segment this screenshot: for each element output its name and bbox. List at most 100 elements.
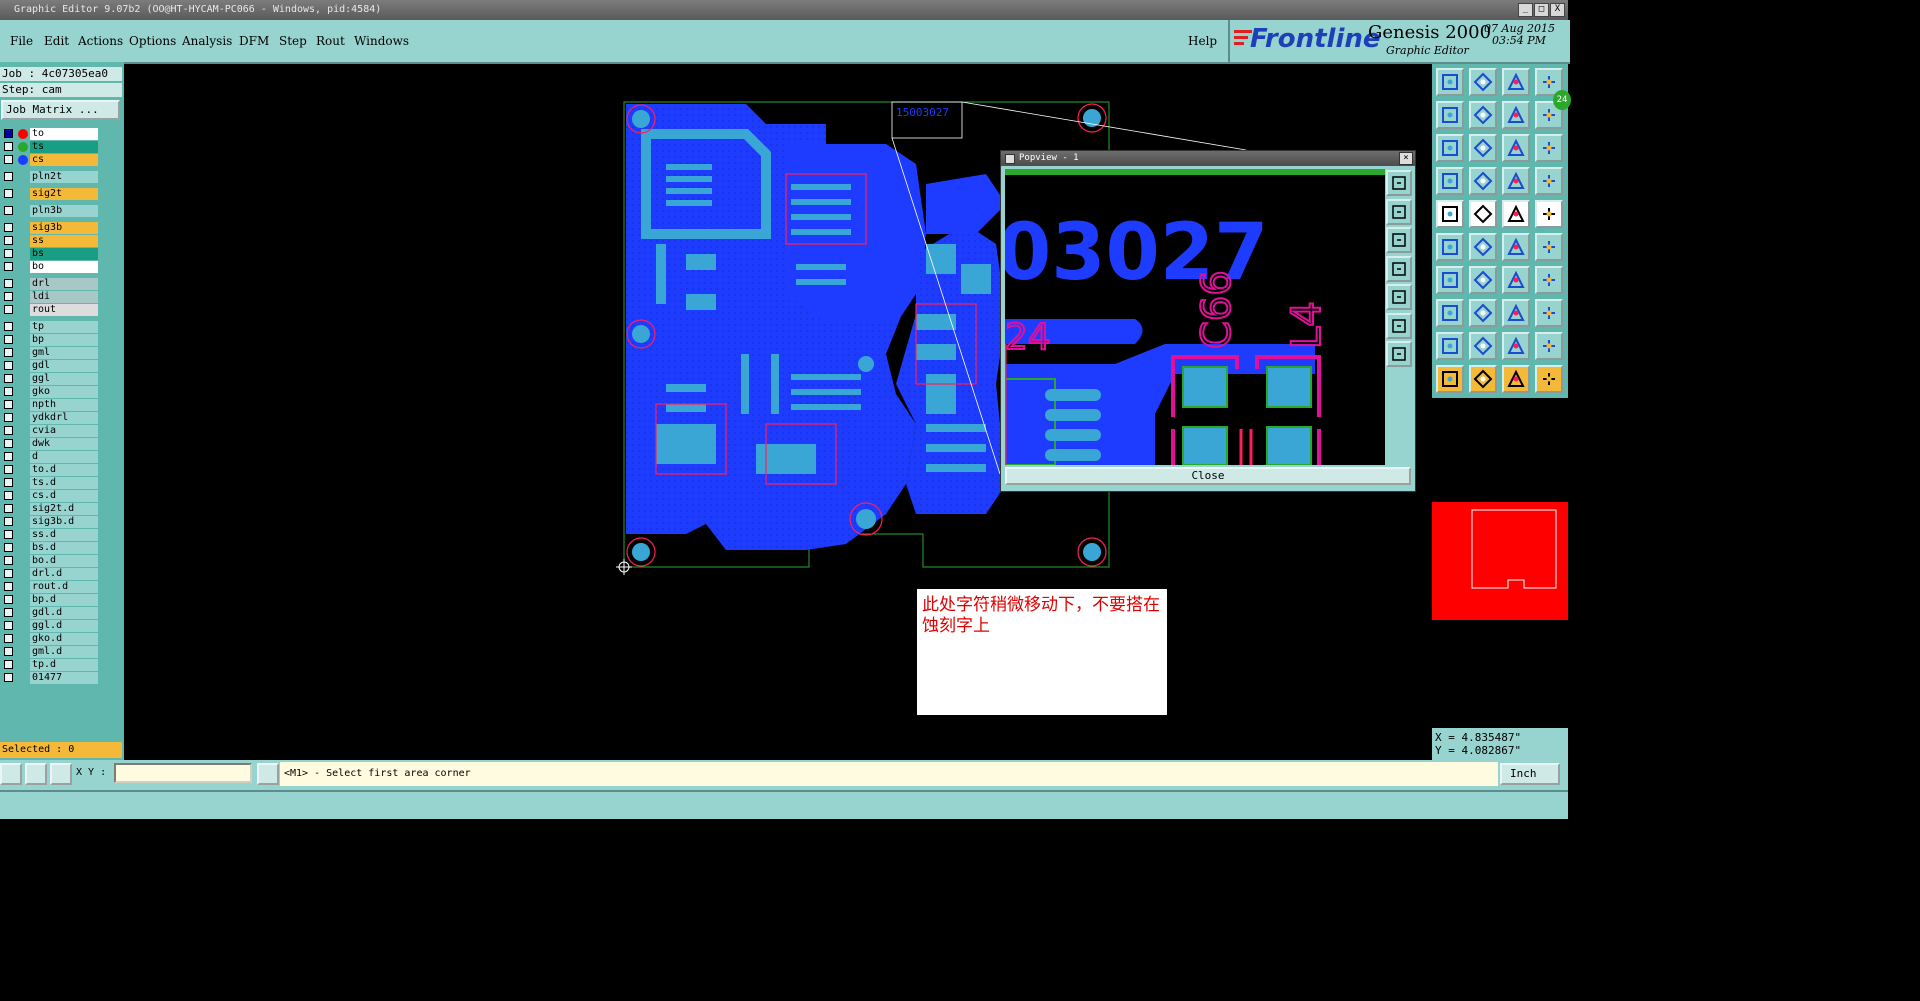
layer-name[interactable]: bo (30, 261, 98, 273)
pv-pan-up-button[interactable] (1386, 198, 1412, 225)
layer-row[interactable]: bo (1, 261, 100, 273)
tool-route-button[interactable] (1502, 233, 1530, 261)
layer-name[interactable]: to.d (30, 464, 98, 476)
layer-name[interactable]: sig3b.d (30, 516, 98, 528)
layer-visibility-checkbox[interactable] (4, 305, 13, 314)
layer-name[interactable]: cs (30, 154, 98, 166)
layer-name[interactable]: gml (30, 347, 98, 359)
layer-name[interactable]: gko.d (30, 633, 98, 645)
layer-row[interactable]: sig3b (1, 222, 100, 234)
layer-row[interactable]: cvia (1, 425, 100, 437)
layer-visibility-checkbox[interactable] (4, 400, 13, 409)
menu-analysis[interactable]: Analysis (182, 34, 232, 48)
overview-panel[interactable] (1432, 400, 1568, 728)
tool-zoom-out-button[interactable] (1535, 134, 1563, 162)
layer-row[interactable]: drl (1, 278, 100, 290)
layer-visibility-checkbox[interactable] (4, 426, 13, 435)
layer-name[interactable]: gko (30, 386, 98, 398)
tool-pad-button[interactable] (1535, 200, 1563, 228)
menu-dfm[interactable]: DFM (239, 34, 269, 48)
layer-name[interactable]: gdl.d (30, 607, 98, 619)
layer-visibility-checkbox[interactable] (4, 452, 13, 461)
layer-row[interactable]: bo.d (1, 555, 100, 567)
layer-row[interactable]: d (1, 451, 100, 463)
layer-visibility-checkbox[interactable] (4, 236, 13, 245)
menu-edit[interactable]: Edit (44, 34, 69, 48)
layer-row[interactable]: drl.d (1, 568, 100, 580)
layer-row[interactable]: to (1, 128, 100, 140)
layer-visibility-checkbox[interactable] (4, 504, 13, 513)
layer-visibility-checkbox[interactable] (4, 582, 13, 591)
layer-name[interactable]: ldi (30, 291, 98, 303)
tool-polygon-alt-button[interactable] (1535, 332, 1563, 360)
job-matrix-button[interactable]: Job Matrix ... (1, 100, 120, 120)
tool-scale-button[interactable] (1502, 134, 1530, 162)
tool-zoom-home-button[interactable] (1502, 101, 1530, 129)
menu-help[interactable]: Help (1188, 34, 1217, 48)
layer-row[interactable]: gko (1, 386, 100, 398)
layer-name[interactable]: cs.d (30, 490, 98, 502)
pv-fit-button[interactable] (1386, 312, 1412, 339)
layer-row[interactable]: sig2t (1, 188, 100, 200)
menu-rout[interactable]: Rout (316, 34, 345, 48)
layer-name[interactable]: cvia (30, 425, 98, 437)
layer-name[interactable]: bp (30, 334, 98, 346)
measure-icon[interactable] (25, 763, 47, 785)
layer-row[interactable]: cs.d (1, 490, 100, 502)
layer-name[interactable]: sig2t (30, 188, 98, 200)
layer-visibility-checkbox[interactable] (4, 465, 13, 474)
layer-row[interactable]: gml (1, 347, 100, 359)
layer-visibility-checkbox[interactable] (4, 556, 13, 565)
layer-row[interactable]: ss (1, 235, 100, 247)
layer-visibility-checkbox[interactable] (4, 634, 13, 643)
layer-name[interactable]: rout.d (30, 581, 98, 593)
tool-select-area-button[interactable] (1535, 365, 1563, 393)
tool-pan-right-button[interactable] (1469, 101, 1497, 129)
layer-color-dot-icon[interactable] (18, 155, 28, 165)
popview-window[interactable]: Popview - 1 × 03027 C66 L4 24 Close (1000, 150, 1416, 492)
layer-visibility-checkbox[interactable] (4, 491, 13, 500)
layer-name[interactable]: ydkdrl (30, 412, 98, 424)
layer-name[interactable]: drl (30, 278, 98, 290)
layer-name[interactable]: sig2t.d (30, 503, 98, 515)
layer-row[interactable]: rout (1, 304, 100, 316)
tool-line-button[interactable] (1436, 266, 1464, 294)
tool-zoom-fit-button[interactable] (1469, 134, 1497, 162)
layer-row[interactable]: ss.d (1, 529, 100, 541)
layer-visibility-checkbox[interactable] (4, 172, 13, 181)
popview-close-icon[interactable]: × (1399, 152, 1413, 165)
layer-row[interactable]: gko.d (1, 633, 100, 645)
layer-row[interactable]: sig3b.d (1, 516, 100, 528)
info-icon[interactable] (257, 763, 279, 785)
layer-visibility-checkbox[interactable] (4, 543, 13, 552)
menu-file[interactable]: File (10, 34, 33, 48)
menu-step[interactable]: Step (279, 34, 307, 48)
tool-graph-alt-button[interactable] (1535, 167, 1563, 195)
units-select[interactable]: Inch (1500, 763, 1560, 785)
layer-name[interactable]: ss (30, 235, 98, 247)
overview-map[interactable] (1432, 502, 1568, 620)
tool-graph-button[interactable] (1502, 167, 1530, 195)
layer-row[interactable]: sig2t.d (1, 503, 100, 515)
layer-row[interactable]: ldi (1, 291, 100, 303)
layer-name[interactable]: ss.d (30, 529, 98, 541)
layer-row[interactable]: ts.d (1, 477, 100, 489)
pv-center-button[interactable] (1386, 341, 1412, 367)
tool-route-alt-button[interactable] (1535, 233, 1563, 261)
layer-name[interactable]: npth (30, 399, 98, 411)
menu-windows[interactable]: Windows (354, 34, 409, 48)
tool-polygon-button[interactable] (1502, 332, 1530, 360)
layer-row[interactable]: to.d (1, 464, 100, 476)
layer-row[interactable]: 01477 (1, 672, 100, 684)
layer-row[interactable]: bs.d (1, 542, 100, 554)
layer-name[interactable]: tp.d (30, 659, 98, 671)
layer-color-dot-icon[interactable] (18, 129, 28, 139)
tool-move-button[interactable] (1436, 299, 1464, 327)
layer-visibility-checkbox[interactable] (4, 517, 13, 526)
popview-close-button[interactable]: Close (1005, 467, 1411, 485)
layer-visibility-checkbox[interactable] (4, 595, 13, 604)
layer-visibility-checkbox[interactable] (4, 189, 13, 198)
minimize-button[interactable]: _ (1518, 3, 1533, 17)
menu-options[interactable]: Options (129, 34, 176, 48)
layer-row[interactable]: gdl (1, 360, 100, 372)
